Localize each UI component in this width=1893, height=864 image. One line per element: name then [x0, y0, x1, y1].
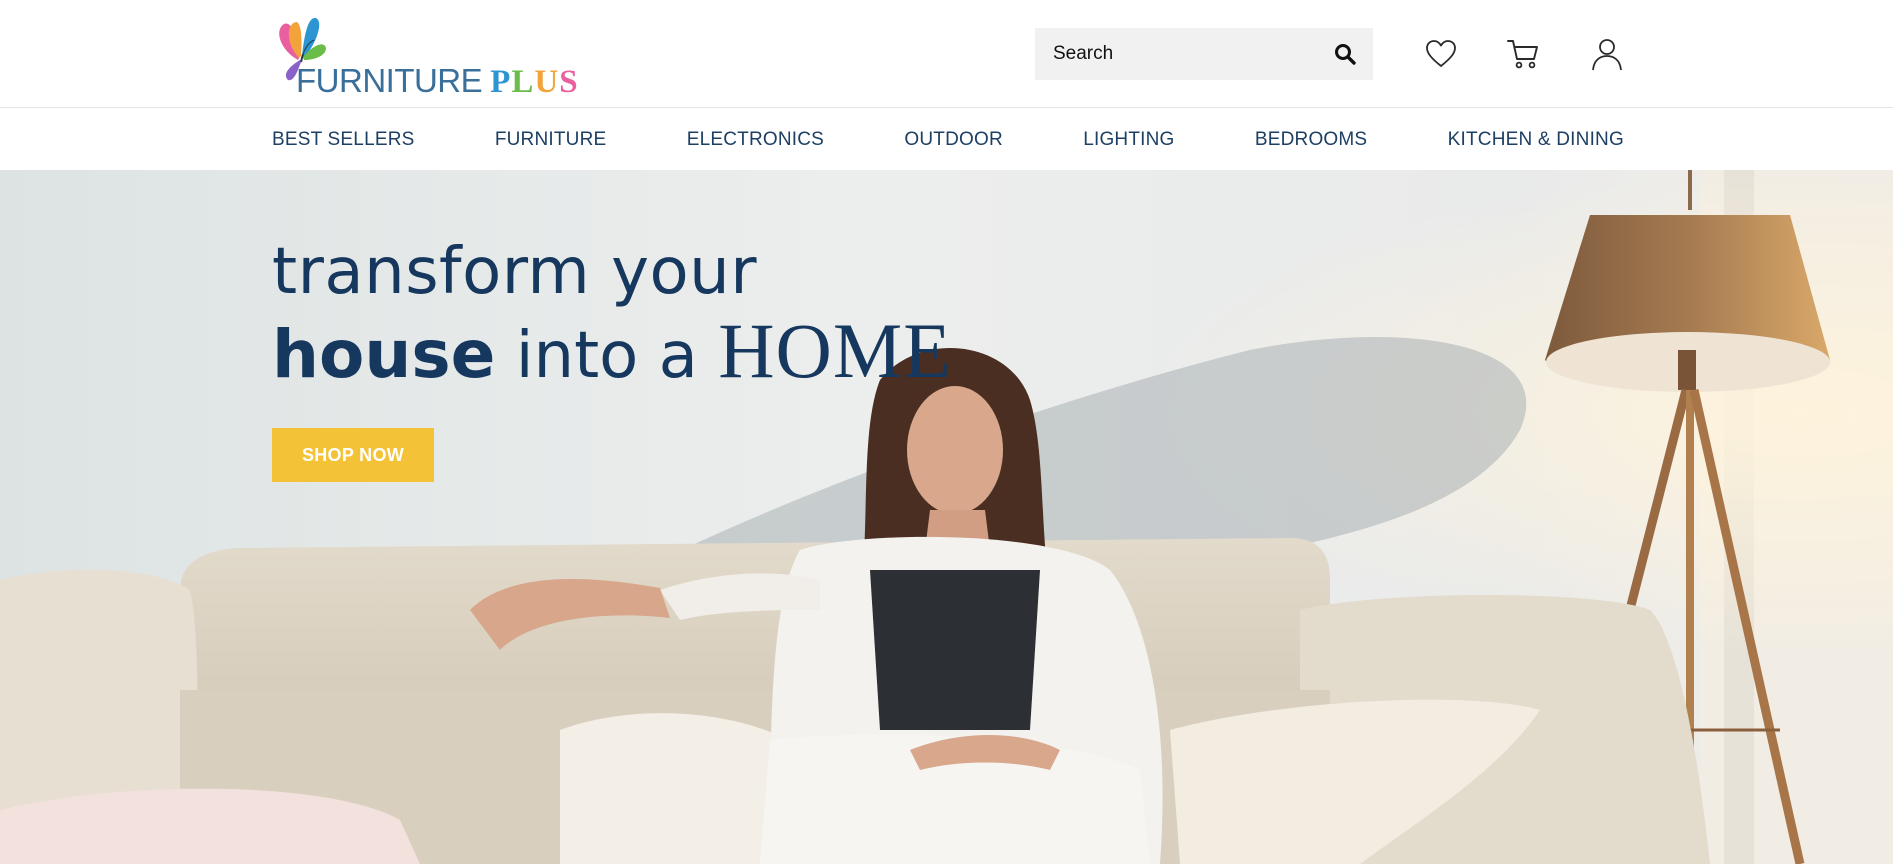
nav-item-furniture[interactable]: FURNITURE [495, 129, 607, 151]
search-button[interactable] [1317, 28, 1373, 80]
nav-item-outdoor[interactable]: OUTDOOR [904, 129, 1003, 151]
site-header: FURNITURE PLUS [0, 0, 1893, 108]
logo-letter: P [490, 64, 512, 100]
account-button[interactable] [1587, 34, 1627, 74]
nav-item-electronics[interactable]: ELECTRONICS [687, 129, 824, 151]
hero-headline-line2: house into a HOME [272, 312, 952, 390]
heart-icon [1426, 40, 1456, 67]
brand-logo[interactable]: FURNITURE PLUS [272, 10, 578, 100]
hero-word-home: HOME [718, 307, 952, 394]
hero-banner: transform your house into a HOME SHOP NO… [0, 170, 1893, 864]
hero-headline-line1: transform your [272, 235, 757, 309]
user-icon [1592, 39, 1622, 71]
search-icon [1335, 44, 1356, 65]
logo-word-plus: PLUS [490, 64, 578, 100]
hero-word-house: house [272, 316, 496, 393]
nav-item-kitchen-dining[interactable]: KITCHEN & DINING [1448, 129, 1624, 151]
hero-headline: transform your house into a HOME [272, 240, 952, 390]
search-box [1035, 28, 1373, 80]
main-nav: BEST SELLERS FURNITURE ELECTRONICS OUTDO… [0, 109, 1893, 170]
shop-now-button[interactable]: SHOP NOW [272, 428, 434, 482]
logo-word-furniture: FURNITURE [296, 62, 483, 99]
logo-letter: S [559, 64, 579, 100]
nav-item-bedrooms[interactable]: BEDROOMS [1255, 129, 1367, 151]
cart-icon [1507, 40, 1538, 69]
logo-letter: L [511, 64, 535, 100]
wishlist-button[interactable] [1421, 34, 1461, 74]
search-input[interactable] [1035, 28, 1317, 80]
logo-letter: U [534, 64, 560, 100]
hero-word-into-a: into a [495, 319, 719, 393]
nav-item-best-sellers[interactable]: BEST SELLERS [272, 129, 415, 151]
nav-item-lighting[interactable]: LIGHTING [1083, 129, 1174, 151]
cart-button[interactable] [1503, 34, 1543, 74]
